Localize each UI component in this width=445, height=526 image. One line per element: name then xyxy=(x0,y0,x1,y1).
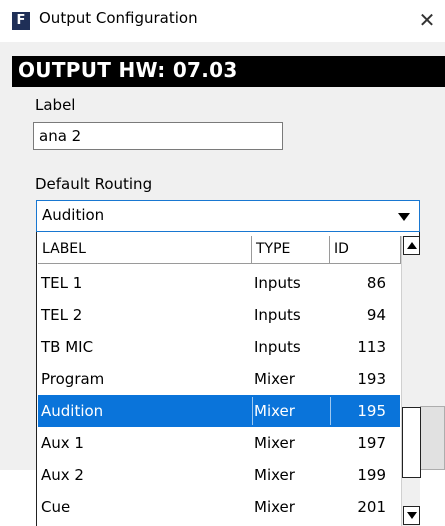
option-id: 201 xyxy=(357,498,386,516)
list-item[interactable]: TB MIC Inputs 113 xyxy=(38,331,400,363)
arrow-down-icon xyxy=(407,512,417,519)
label-field-label: Label xyxy=(35,96,76,114)
option-type: Mixer xyxy=(254,498,295,516)
list-item[interactable]: Program Mixer 193 xyxy=(38,363,400,395)
option-label: TB MIC xyxy=(41,338,94,356)
option-label: Program xyxy=(41,370,105,388)
option-type: Inputs xyxy=(254,338,301,356)
option-label: Aux 1 xyxy=(41,434,84,452)
scroll-down-button[interactable] xyxy=(403,506,420,525)
list-item[interactable]: TEL 2 Inputs 94 xyxy=(38,299,400,331)
list-item[interactable]: Aux 1 Mixer 197 xyxy=(38,427,400,459)
scroll-thumb[interactable] xyxy=(402,407,421,478)
default-routing-value: Audition xyxy=(42,206,105,224)
option-id: 197 xyxy=(357,434,386,452)
title-bar: F Output Configuration ✕ xyxy=(0,0,445,42)
app-logo-icon: F xyxy=(12,12,30,30)
option-type: Mixer xyxy=(254,434,295,452)
output-hw-banner: OUTPUT HW: 07.03 xyxy=(12,56,445,87)
option-label: TEL 1 xyxy=(41,274,83,292)
option-type: Mixer xyxy=(254,466,295,484)
option-id: 94 xyxy=(366,306,386,324)
column-header-id[interactable]: ID xyxy=(330,236,401,264)
default-routing-select[interactable]: Audition xyxy=(36,200,420,232)
option-type: Inputs xyxy=(254,306,301,324)
output-hw-text: OUTPUT HW: 07.03 xyxy=(18,58,238,82)
list-item[interactable]: Aux 2 Mixer 199 xyxy=(38,459,400,491)
column-header-type[interactable]: TYPE xyxy=(252,236,330,264)
close-icon[interactable]: ✕ xyxy=(413,6,441,34)
column-header-label[interactable]: LABEL xyxy=(38,236,252,264)
column-divider xyxy=(252,397,253,425)
label-input[interactable]: ana 2 xyxy=(33,122,283,150)
option-type: Inputs xyxy=(254,274,301,292)
list-item-selected[interactable]: Audition Mixer 195 xyxy=(38,395,400,427)
option-label: Cue xyxy=(41,498,71,516)
option-label: TEL 2 xyxy=(41,306,83,324)
option-id: 193 xyxy=(357,370,386,388)
default-routing-label: Default Routing xyxy=(35,175,153,193)
option-id: 195 xyxy=(357,402,386,420)
chevron-down-icon[interactable] xyxy=(398,213,410,221)
option-id: 113 xyxy=(357,338,386,356)
window-title: Output Configuration xyxy=(39,9,198,27)
option-type: Mixer xyxy=(254,402,295,420)
routing-dropdown-list[interactable]: LABEL TYPE ID TEL 1 Inputs 86 TEL 2 Inpu… xyxy=(36,232,421,526)
partial-button[interactable] xyxy=(420,406,445,470)
vertical-scrollbar[interactable] xyxy=(401,236,421,526)
scroll-up-button[interactable] xyxy=(403,236,420,255)
list-item[interactable]: TEL 1 Inputs 86 xyxy=(38,267,400,299)
option-type: Mixer xyxy=(254,370,295,388)
option-label: Aux 2 xyxy=(41,466,84,484)
arrow-up-icon xyxy=(407,242,417,249)
option-label: Audition xyxy=(41,402,104,420)
column-divider xyxy=(330,397,331,425)
list-item[interactable]: Cue Mixer 201 xyxy=(38,491,400,523)
option-id: 86 xyxy=(366,274,386,292)
option-id: 199 xyxy=(357,466,386,484)
